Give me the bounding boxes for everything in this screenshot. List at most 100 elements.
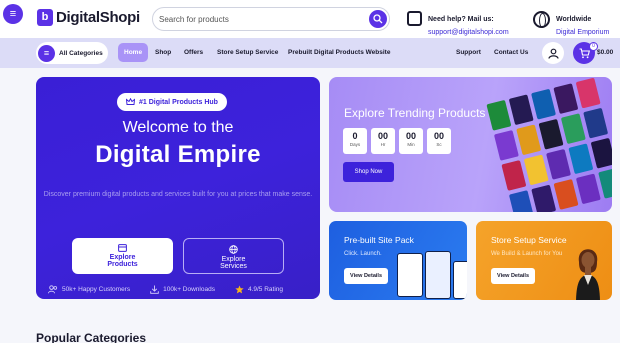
- explore-services-button[interactable]: Explore Services: [183, 238, 284, 274]
- nav-support[interactable]: Support: [456, 43, 481, 62]
- product-thumb: [523, 154, 549, 186]
- help-contact: Need help? Mail us: support@digitalshopi…: [407, 8, 509, 36]
- download-icon: [150, 285, 159, 294]
- product-thumb: [568, 143, 594, 175]
- countdown-hours: 00 Hr: [371, 128, 395, 154]
- phone-mockups: [395, 251, 467, 300]
- product-thumb: [538, 118, 564, 150]
- countdown-timer: 0 Days 00 Hr 00 Min 00 Sc: [343, 128, 451, 154]
- nav-contact[interactable]: Contact Us: [494, 43, 528, 62]
- trending-products-banner: Explore Trending Products 0 Days 00 Hr 0…: [329, 77, 612, 212]
- explore-products-line2: Products: [107, 261, 138, 268]
- worldwide-info: Worldwide Digital Emporium: [533, 8, 609, 36]
- page: ≡ b DigitalShopi Need help? Mail us: sup…: [0, 0, 620, 343]
- hero-stats: 50k+ Happy Customers 100k+ Downloads 4.9…: [48, 285, 283, 294]
- product-thumb: [501, 160, 527, 191]
- hero-title-line2: Digital Empire: [95, 141, 261, 168]
- product-thumb: [531, 88, 557, 120]
- globe-icon: [533, 11, 550, 28]
- world-title: Worldwide: [556, 16, 592, 23]
- search-button[interactable]: [369, 10, 387, 28]
- explore-products-line1: Explore: [109, 254, 136, 261]
- product-thumb: [493, 129, 519, 161]
- top-header: ≡ b DigitalShopi Need help? Mail us: sup…: [0, 0, 620, 38]
- countdown-minutes-value: 00: [405, 131, 416, 141]
- hamburger-icon: ≡: [38, 44, 55, 62]
- product-thumb: [560, 113, 586, 145]
- phone-mockup: [453, 261, 467, 299]
- support-email-link[interactable]: support@digitalshopi.com: [428, 29, 509, 36]
- products-icon: [118, 244, 127, 252]
- nav-shop[interactable]: Shop: [155, 43, 171, 62]
- nav-prebuilt-website[interactable]: Prebuilt Digital Products Website: [288, 43, 390, 62]
- stat-rating: 4.9/5 Rating: [235, 285, 283, 294]
- bag-icon: b: [37, 9, 53, 26]
- explore-services-line2: Services: [220, 263, 247, 270]
- product-thumb: [590, 137, 612, 169]
- search-bar: [152, 7, 390, 31]
- store-setup-card: Store Setup Service We Build & Launch fo…: [476, 221, 612, 300]
- product-thumb: [553, 179, 579, 210]
- nav-offers[interactable]: Offers: [184, 43, 203, 62]
- cart-icon: [579, 47, 590, 58]
- countdown-hours-value: 00: [377, 131, 388, 141]
- hero-badge-label: #1 Digital Products Hub: [139, 98, 218, 106]
- user-icon: [547, 48, 559, 59]
- store-setup-title: Store Setup Service: [491, 235, 567, 245]
- countdown-minutes-label: Min: [407, 142, 415, 147]
- product-thumb: [583, 107, 609, 139]
- product-thumb: [546, 148, 572, 180]
- account-button[interactable]: [542, 42, 564, 64]
- stat-customers-label: 50k+ Happy Customers: [62, 286, 131, 293]
- explore-products-button[interactable]: Explore Products: [72, 238, 173, 274]
- explore-services-line1: Explore: [221, 256, 246, 263]
- hero-badge: #1 Digital Products Hub: [117, 93, 227, 111]
- nav-home[interactable]: Home: [118, 43, 149, 62]
- countdown-days: 0 Days: [343, 128, 367, 154]
- store-setup-subtitle: We Build & Launch for You: [491, 251, 563, 257]
- crown-icon: [126, 98, 135, 105]
- store-setup-view-details[interactable]: View Details: [491, 268, 535, 284]
- popular-categories-heading: Popular Categories: [36, 331, 147, 343]
- countdown-seconds: 00 Sc: [427, 128, 451, 154]
- product-thumb: [553, 83, 579, 115]
- countdown-seconds-label: Sc: [436, 142, 442, 147]
- main-nav: ≡ All Categories Home Shop Offers Store …: [0, 38, 620, 68]
- site-pack-title: Pre-built Site Pack: [344, 235, 414, 245]
- product-thumb: [575, 173, 601, 205]
- product-thumbnails: [472, 77, 612, 212]
- countdown-minutes: 00 Min: [399, 128, 423, 154]
- trending-title: Explore Trending Products: [344, 106, 486, 120]
- all-categories-button[interactable]: ≡ All Categories: [36, 42, 108, 64]
- hero-description: Discover premium digital products and se…: [43, 191, 313, 198]
- menu-icon[interactable]: ≡: [3, 4, 23, 24]
- search-input[interactable]: [159, 11, 364, 28]
- product-thumb: [598, 167, 612, 199]
- stat-customers: 50k+ Happy Customers: [48, 285, 130, 294]
- site-pack-card: Pre-built Site Pack Click. Launch. View …: [329, 221, 467, 300]
- site-pack-subtitle: Click. Launch.: [344, 251, 382, 257]
- hero-banner: #1 Digital Products Hub Welcome to the D…: [36, 77, 320, 299]
- nav-store-setup[interactable]: Store Setup Service: [217, 43, 278, 62]
- search-icon: [373, 14, 383, 24]
- users-icon: [48, 285, 58, 294]
- phone-mockup: [425, 251, 451, 299]
- cart-total: $0.00: [597, 49, 614, 56]
- all-categories-label: All Categories: [59, 49, 103, 57]
- product-thumb: [508, 94, 534, 126]
- product-thumb: [575, 77, 601, 109]
- product-thumb: [508, 190, 534, 212]
- logo[interactable]: b DigitalShopi: [37, 9, 140, 26]
- stat-downloads: 100k+ Downloads: [150, 285, 215, 294]
- hero-title-line1: Welcome to the: [122, 119, 234, 136]
- help-title: Need help? Mail us:: [428, 16, 494, 23]
- support-icon: [407, 11, 422, 26]
- shop-now-button[interactable]: Shop Now: [343, 162, 394, 182]
- countdown-hours-label: Hr: [380, 142, 386, 147]
- stat-rating-label: 4.9/5 Rating: [247, 286, 284, 293]
- star-icon: [235, 285, 244, 294]
- person-image: [576, 249, 600, 300]
- world-subtitle: Digital Emporium: [556, 29, 610, 36]
- site-pack-view-details[interactable]: View Details: [344, 268, 388, 284]
- brand-name: DigitalShopi: [56, 9, 140, 26]
